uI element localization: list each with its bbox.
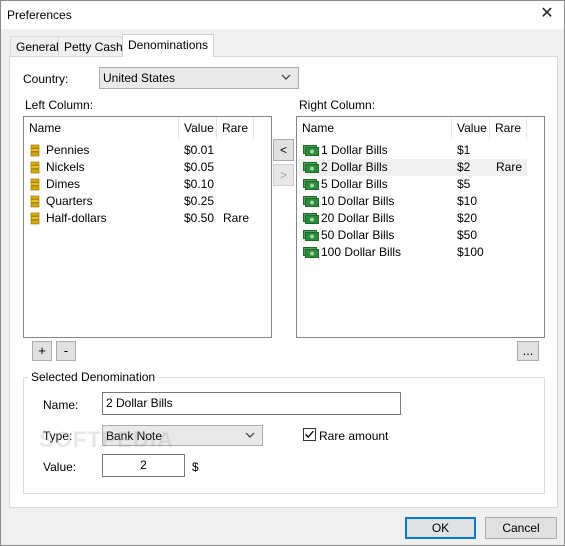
item-value: $0.10 xyxy=(184,177,215,191)
tab-denominations[interactable]: Denominations xyxy=(122,34,215,57)
window-title: Preferences xyxy=(7,8,72,22)
item-value: $5 xyxy=(457,177,471,191)
item-value: $0.25 xyxy=(184,194,215,208)
name-field[interactable]: 2 Dollar Bills xyxy=(102,392,401,415)
list-item[interactable]: 20 Dollar Bills $20 xyxy=(298,210,527,227)
item-value: $50 xyxy=(457,228,478,242)
list-item[interactable]: Dimes $0.10 xyxy=(25,176,254,193)
chevron-down-icon xyxy=(281,74,291,80)
ok-button[interactable]: OK xyxy=(405,517,476,539)
name-label: Name: xyxy=(43,398,79,412)
item-name: 5 Dollar Bills xyxy=(321,177,388,191)
item-value: $1 xyxy=(457,143,471,157)
column-header-rare[interactable]: Rare xyxy=(217,117,254,139)
bill-icon xyxy=(303,179,319,190)
rare-amount-label[interactable]: Rare amount xyxy=(319,429,388,443)
item-value: $2 xyxy=(457,160,471,174)
move-left-button[interactable]: < xyxy=(273,139,294,161)
add-button[interactable]: + xyxy=(32,341,52,361)
title-bar: Preferences ✕ xyxy=(1,1,564,29)
item-value: $0.50 xyxy=(184,211,215,225)
country-select[interactable]: United States xyxy=(99,67,299,89)
bill-icon xyxy=(303,247,319,258)
bill-icon xyxy=(303,196,319,207)
bill-icon xyxy=(303,162,319,173)
right-column-list[interactable]: Name Value Rare 1 Dollar Bills $1 2 Dollar… xyxy=(296,116,545,338)
item-rare: Rare xyxy=(496,160,523,174)
tab-general[interactable]: General xyxy=(10,36,65,56)
rare-amount-checkbox[interactable] xyxy=(303,428,316,441)
watermark: SOFTPEDIA xyxy=(39,427,174,452)
bill-icon xyxy=(303,230,319,241)
list-item[interactable]: Nickels $0.05 xyxy=(25,159,254,176)
tab-petty-cash[interactable]: Petty Cash xyxy=(58,36,129,56)
close-icon[interactable]: ✕ xyxy=(538,5,556,23)
preferences-window: Preferences ✕ General Petty Cash Denomin… xyxy=(0,0,565,546)
coin-icon xyxy=(30,144,40,157)
coin-icon xyxy=(30,178,40,191)
bill-icon xyxy=(303,213,319,224)
column-header-name[interactable]: Name xyxy=(24,117,179,139)
country-label: Country: xyxy=(23,72,69,86)
item-name: Nickels xyxy=(46,160,85,174)
item-name: 100 Dollar Bills xyxy=(321,245,402,259)
item-value: $20 xyxy=(457,211,478,225)
item-name: 10 Dollar Bills xyxy=(321,194,395,208)
value-field[interactable]: 2 xyxy=(102,454,185,477)
item-value: $100 xyxy=(457,245,484,259)
chevron-down-icon xyxy=(245,432,255,438)
item-name: Quarters xyxy=(46,194,93,208)
currency-symbol: $ xyxy=(192,460,199,474)
left-column-list[interactable]: Name Value Rare Pennies $0.01 Nickels $0.05… xyxy=(23,116,272,338)
list-item[interactable]: Quarters $0.25 xyxy=(25,193,254,210)
item-name: Half-dollars xyxy=(46,211,107,225)
coin-icon xyxy=(30,212,40,225)
item-name: Pennies xyxy=(46,143,90,157)
left-column-label: Left Column: xyxy=(25,98,94,112)
item-value: $0.01 xyxy=(184,143,215,157)
item-name: 2 Dollar Bills xyxy=(321,160,388,174)
more-button[interactable]: ... xyxy=(517,341,539,361)
list-item[interactable]: 1 Dollar Bills $1 xyxy=(298,142,527,159)
list-item[interactable]: Half-dollars $0.50 Rare xyxy=(25,210,254,227)
country-select-value: United States xyxy=(103,71,176,85)
move-right-button[interactable]: > xyxy=(273,164,294,186)
column-header-name[interactable]: Name xyxy=(297,117,452,139)
list-item[interactable]: 2 Dollar Bills $2 Rare xyxy=(298,159,527,176)
cancel-button[interactable]: Cancel xyxy=(485,517,557,539)
list-item[interactable]: 5 Dollar Bills $5 xyxy=(298,176,527,193)
column-header-rare[interactable]: Rare xyxy=(490,117,527,139)
right-column-label: Right Column: xyxy=(299,98,376,112)
item-name: 20 Dollar Bills xyxy=(321,211,395,225)
item-name: 50 Dollar Bills xyxy=(321,228,395,242)
item-value: $0.05 xyxy=(184,160,215,174)
value-label: Value: xyxy=(43,460,77,474)
list-item[interactable]: 50 Dollar Bills $50 xyxy=(298,227,527,244)
remove-button[interactable]: - xyxy=(56,341,76,361)
list-item[interactable]: Pennies $0.01 xyxy=(25,142,254,159)
selected-denomination-title: Selected Denomination xyxy=(28,370,159,384)
item-rare: Rare xyxy=(223,211,250,225)
list-item[interactable]: 100 Dollar Bills $100 xyxy=(298,244,527,261)
item-name: 1 Dollar Bills xyxy=(321,143,388,157)
coin-icon xyxy=(30,161,40,174)
bill-icon xyxy=(303,145,319,156)
item-name: Dimes xyxy=(46,177,81,191)
list-item[interactable]: 10 Dollar Bills $10 xyxy=(298,193,527,210)
column-header-value[interactable]: Value xyxy=(452,117,490,139)
checkmark-icon xyxy=(305,430,314,438)
item-value: $10 xyxy=(457,194,478,208)
column-header-value[interactable]: Value xyxy=(179,117,217,139)
coin-icon xyxy=(30,195,40,208)
